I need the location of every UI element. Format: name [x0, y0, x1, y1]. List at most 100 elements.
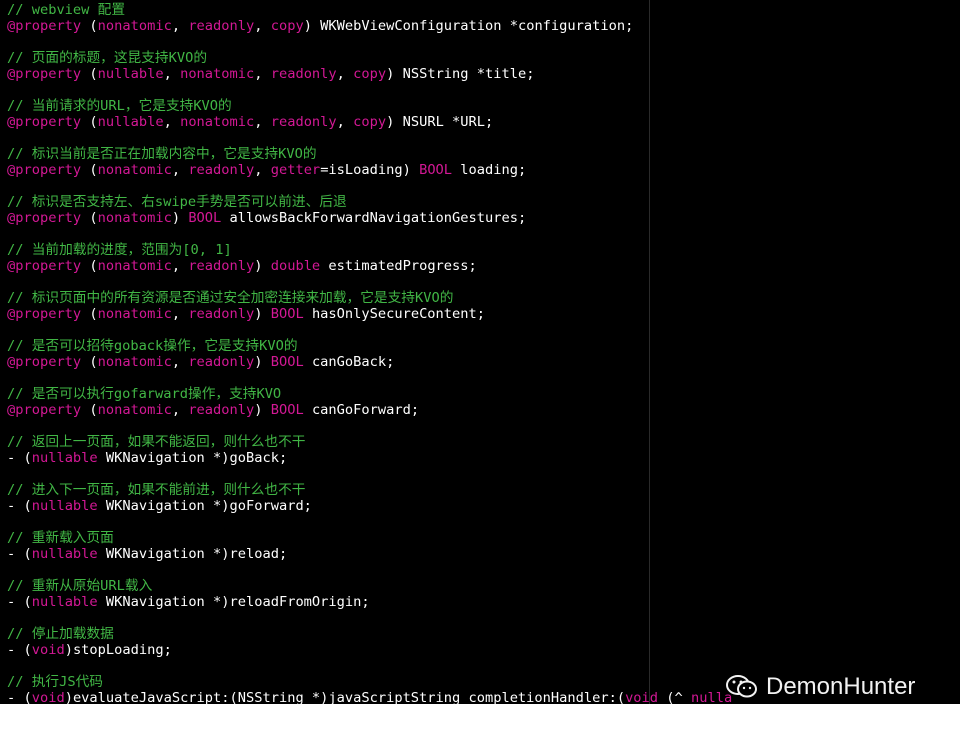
code-token: (: [81, 210, 98, 226]
code-block: // 重新从原始URL载入 - (nullable WKNavigation *)…: [7, 578, 732, 610]
code-token: ,: [254, 18, 271, 34]
declaration-line: @property (nonatomic, readonly) BOOL has…: [7, 306, 732, 322]
declaration-line: @property (nullable, nonatomic, readonly…: [7, 114, 732, 130]
keyword-token: nonatomic: [97, 306, 172, 322]
code-token: (: [81, 114, 98, 130]
keyword-token: readonly: [270, 114, 337, 130]
code-token: estimatedProgress;: [320, 258, 477, 274]
code-token: ): [254, 354, 271, 370]
code-token: WKNavigation *)goBack;: [97, 450, 288, 466]
code-token: allowsBackForwardNavigationGestures;: [221, 210, 527, 226]
code-token: ,: [171, 18, 189, 34]
code-token: ,: [163, 66, 181, 82]
declaration-line: @property (nonatomic, readonly) double e…: [7, 258, 732, 274]
comment-line: // 是否可以执行gofarward操作，支持KVO: [7, 386, 282, 402]
code-block: // 进入下一页面，如果不能前进，则什么也不干 - (nullable WKNav…: [7, 482, 732, 514]
code-token: ,: [254, 114, 271, 130]
keyword-token: double: [270, 258, 321, 274]
code-token: ,: [163, 114, 181, 130]
keyword-token: nonatomic: [97, 162, 172, 178]
code-block: // 标识是否支持左、右swipe手势是否可以前进、后退 @property (n…: [7, 194, 732, 226]
keyword-token: readonly: [188, 18, 255, 34]
declaration-line: @property (nonatomic, readonly, getter=i…: [7, 162, 732, 178]
keyword-token: @property: [7, 402, 82, 418]
watermark: DemonHunter: [726, 668, 915, 706]
keyword-token: BOOL: [188, 210, 222, 226]
code-block: // 页面的标题，这昆支持KVO的 @property (nullable, no…: [7, 50, 732, 82]
keyword-token: @property: [7, 306, 82, 322]
code-token: ): [254, 258, 271, 274]
code-token: ,: [254, 66, 271, 82]
code-token: - (: [7, 450, 32, 466]
code-token: (: [81, 402, 98, 418]
code-token: ,: [171, 162, 189, 178]
keyword-token: getter: [270, 162, 321, 178]
keyword-token: @property: [7, 210, 82, 226]
code-block: // 当前请求的URL，它是支持KVO的 @property (nullable,…: [7, 98, 732, 130]
keyword-token: BOOL: [270, 402, 304, 418]
declaration-line: @property (nonatomic, readonly) BOOL can…: [7, 354, 732, 370]
keyword-token: @property: [7, 258, 82, 274]
keyword-token: copy: [270, 18, 304, 34]
code-token: ,: [171, 354, 189, 370]
code-token: =isLoading): [320, 162, 420, 178]
code-block: // 返回上一页面，如果不能返回，则什么也不干 - (nullable WKNav…: [7, 434, 732, 466]
code-block: // 停止加载数据 - (void)stopLoading;: [7, 626, 732, 658]
code-token: ) NSString *title;: [386, 66, 535, 82]
code-token: - (: [7, 642, 32, 658]
keyword-token: @property: [7, 354, 82, 370]
comment-line: // 标识是否支持左、右swipe手势是否可以前进、后退: [7, 194, 347, 210]
code-token: ): [254, 402, 271, 418]
code-text-area[interactable]: // webview 配置 @property (nonatomic, reado…: [7, 2, 732, 722]
comment-line: // 停止加载数据: [7, 626, 114, 642]
declaration-line: - (nullable WKNavigation *)goBack;: [7, 450, 732, 466]
keyword-token: nonatomic: [180, 66, 255, 82]
code-token: ,: [336, 114, 354, 130]
code-token: ,: [336, 66, 354, 82]
code-token: hasOnlySecureContent;: [303, 306, 485, 322]
keyword-token: nullable: [97, 114, 164, 130]
code-editor[interactable]: // webview 配置 @property (nonatomic, reado…: [0, 0, 960, 729]
code-token: ,: [171, 258, 189, 274]
code-token: ) NSURL *URL;: [386, 114, 494, 130]
comment-line: // 标识页面中的所有资源是否通过安全加密连接来加载，它是支持KVO的: [7, 290, 454, 306]
code-token: (: [81, 162, 98, 178]
code-token: ): [254, 306, 271, 322]
comment-line: // 是否可以招待goback操作，它是支持KVO的: [7, 338, 298, 354]
code-token: ,: [171, 306, 189, 322]
keyword-token: @property: [7, 162, 82, 178]
keyword-token: BOOL: [270, 354, 304, 370]
code-block: // 重新载入页面 - (nullable WKNavigation *)relo…: [7, 530, 732, 562]
keyword-token: nonatomic: [97, 258, 172, 274]
keyword-token: readonly: [188, 162, 255, 178]
keyword-token: nonatomic: [97, 354, 172, 370]
code-token: - (: [7, 498, 32, 514]
code-token: ,: [171, 402, 189, 418]
code-block: // 执行JS代码 - (void)evaluateJavaScript:(NSS…: [7, 674, 732, 706]
comment-line: // 返回上一页面，如果不能返回，则什么也不干: [7, 434, 306, 450]
keyword-token: copy: [353, 66, 387, 82]
comment-line: // 重新载入页面: [7, 530, 114, 546]
keyword-token: nonatomic: [97, 402, 172, 418]
code-token: WKNavigation *)goForward;: [97, 498, 312, 514]
keyword-token: nullable: [97, 66, 164, 82]
declaration-line: @property (nonatomic, readonly, copy) WK…: [7, 18, 732, 34]
declaration-line: @property (nonatomic, readonly) BOOL can…: [7, 402, 732, 418]
wechat-icon: [726, 674, 758, 700]
code-token: ,: [254, 162, 271, 178]
keyword-token: @property: [7, 66, 82, 82]
code-block: // 是否可以招待goback操作，它是支持KVO的 @property (non…: [7, 338, 732, 370]
keyword-token: @property: [7, 18, 82, 34]
declaration-line: - (nullable WKNavigation *)reload;: [7, 546, 732, 562]
keyword-token: nullable: [31, 498, 98, 514]
declaration-line: - (nullable WKNavigation *)goForward;: [7, 498, 732, 514]
bottom-overlay: [0, 704, 960, 729]
keyword-token: copy: [353, 114, 387, 130]
keyword-token: nonatomic: [97, 18, 172, 34]
keyword-token: readonly: [270, 66, 337, 82]
comment-line: // 当前加载的进度，范围为[0, 1]: [7, 242, 232, 258]
comment-line: // 重新从原始URL载入: [7, 578, 153, 594]
code-block: // webview 配置 @property (nonatomic, reado…: [7, 2, 732, 34]
code-token: canGoForward;: [303, 402, 420, 418]
code-token: (: [81, 306, 98, 322]
